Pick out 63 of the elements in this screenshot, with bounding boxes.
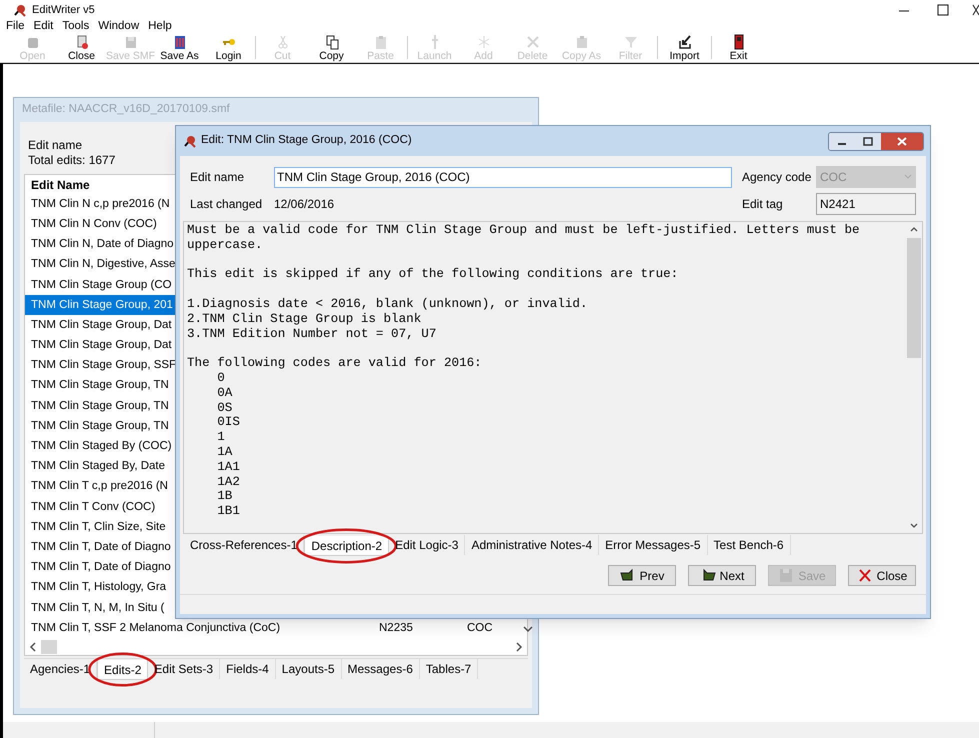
x-icon — [856, 568, 873, 583]
maximize-icon[interactable] — [855, 132, 881, 150]
chevron-right-icon — [515, 642, 523, 652]
app-icon — [12, 3, 26, 17]
toolbar-button[interactable]: Close — [57, 33, 106, 62]
tab[interactable]: Description-2 — [304, 536, 390, 556]
scrollbar-thumb[interactable] — [41, 640, 57, 654]
toolbar-button[interactable]: Save As — [155, 33, 204, 62]
toolbar-button[interactable]: Exit — [714, 33, 763, 62]
table-cell-text: COC — [466, 620, 494, 636]
import-icon — [676, 34, 692, 50]
dialog-button[interactable]: Close — [848, 565, 916, 586]
tab[interactable]: Fields-4 — [220, 659, 276, 679]
input-field[interactable]: N2421 — [816, 193, 916, 215]
chevron-down-icon — [904, 174, 912, 180]
table-row[interactable]: TNM Clin T, SSF 2 Melanoma Conjunctiva (CoC) N2235 COC — [25, 618, 511, 638]
minimize-icon[interactable] — [829, 132, 855, 150]
label: Edit name — [190, 169, 246, 186]
table-cell-text: N2235 — [378, 620, 414, 636]
table-cell-text: TNM Clin T, Histology, Gra — [30, 580, 166, 596]
label: Last changed — [190, 196, 264, 213]
chevron-up-icon — [910, 226, 918, 232]
window-title: Metafile: NAACCR_v16D_20170109.smf — [22, 102, 230, 118]
menu-item[interactable]: Tools — [62, 18, 90, 36]
tab[interactable]: Administrative Notes-4 — [465, 535, 600, 555]
chevron-down-icon — [523, 625, 533, 634]
menu-item[interactable]: Help — [148, 18, 172, 36]
label: Edit tag — [742, 196, 784, 213]
label: Total edits: 1677 — [28, 153, 116, 168]
scrollbar-thumb[interactable] — [906, 238, 920, 358]
table-cell-text: TNM Clin T, Clin Size, Site — [30, 520, 166, 535]
app-icon — [182, 134, 196, 148]
window-title: Edit: TNM Clin Stage Group, 2016 (COC) — [201, 133, 413, 148]
tab[interactable]: Layouts-5 — [276, 659, 342, 679]
description-text: Must be a valid code for TNM Clin Stage Group and must be left-justified. Letters must be uppercase. This edit is skipped if any of the following conditions are true: 1.Diagnosis date < 2016, blank (unknown), or invalid. 2.TNM Clin Stage Group is blank 3.TNM Edition Number not = 07, U7 The following codes are valid for 2016: 0 0A 0S 0IS 1 1A 1A1 1A2 1B 1B1 — [186, 222, 861, 520]
dialog-button[interactable]: Prev — [608, 565, 676, 586]
toolbar-button[interactable]: Login — [204, 33, 253, 62]
tab[interactable]: Test Bench-6 — [708, 535, 791, 555]
value-text: 12/06/2016 — [274, 196, 334, 213]
column-header[interactable]: Edit Name — [31, 176, 90, 194]
table-cell-text: TNM Clin Stage Group, Dat — [30, 338, 172, 354]
label: Edit name — [28, 138, 82, 153]
menu-item[interactable]: Edit — [34, 18, 54, 36]
tab[interactable]: Tables-7 — [420, 659, 478, 679]
menu-item[interactable]: Window — [98, 18, 140, 36]
table-cell-text: TNM Clin Stage Group, 201 — [30, 298, 173, 313]
table-cell-text: TNM Clin T, Date of Diagno — [30, 560, 171, 576]
toolbar-button[interactable]: Copy — [307, 33, 356, 62]
window-title: EditWriter v5 — [32, 2, 95, 18]
label: Agency code — [742, 169, 812, 186]
input-field[interactable]: TNM Clin Stage Group, 2016 (COC) — [274, 166, 732, 188]
dialog-button[interactable]: Next — [688, 565, 756, 586]
delete-icon — [524, 34, 540, 50]
chevron-left-icon — [29, 642, 37, 652]
tab[interactable]: Messages-6 — [342, 659, 420, 679]
table-cell-text: TNM Clin T, SSF 2 Melanoma Conjunctiva (CoC) — [30, 620, 280, 636]
copy-icon — [324, 34, 340, 50]
chevron-down-icon — [910, 523, 918, 529]
menu-item[interactable]: File — [6, 18, 25, 36]
tab[interactable]: Edits-2 — [97, 660, 148, 680]
table-cell-text: TNM Clin T, N, M, In Situ ( — [30, 600, 164, 616]
tab[interactable]: Error Messages-5 — [599, 535, 708, 555]
toolbar-button[interactable]: Import — [660, 33, 709, 62]
